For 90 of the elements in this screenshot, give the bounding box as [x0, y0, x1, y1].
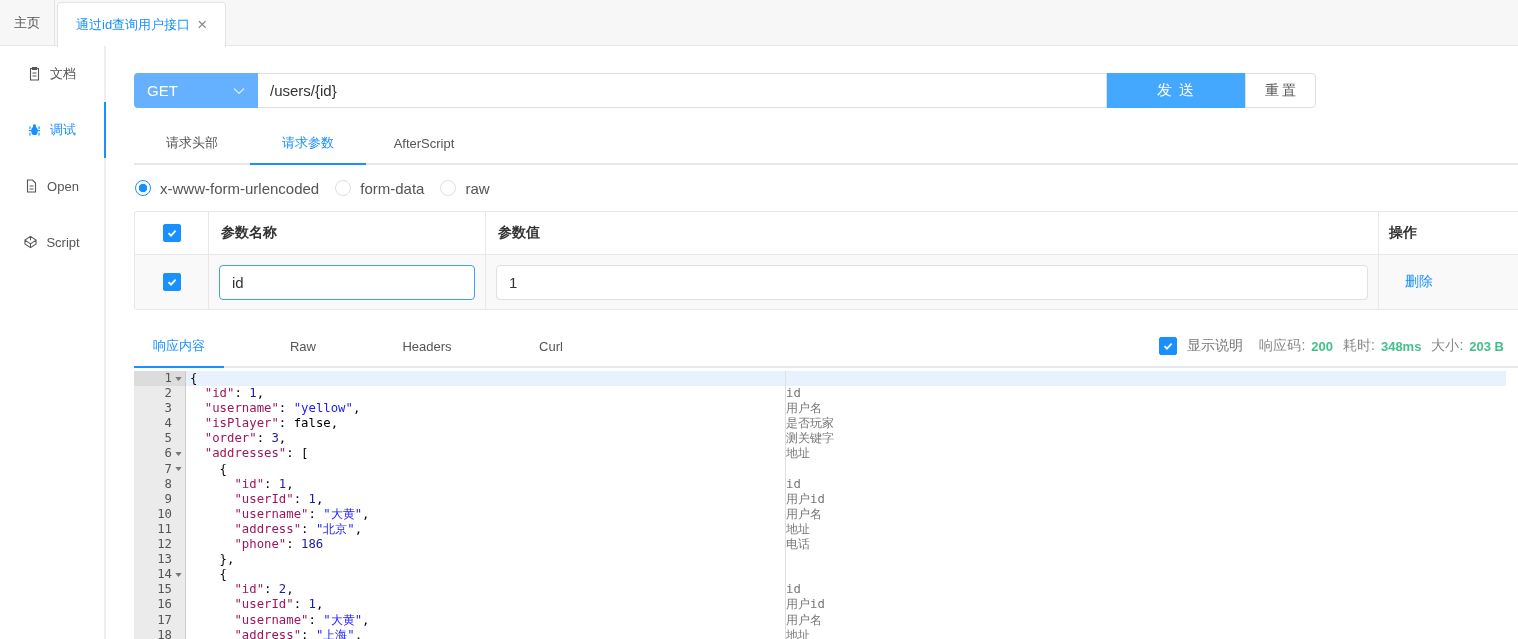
- sidebar-item[interactable]: Open: [0, 158, 106, 214]
- param-value-field[interactable]: 1: [496, 264, 1368, 300]
- param-name-field[interactable]: id: [219, 264, 475, 300]
- caret-icon: [233, 86, 245, 95]
- line-number: 13: [157, 552, 172, 568]
- field-note: 测关键字: [786, 431, 834, 446]
- line-number: 12: [157, 537, 172, 553]
- line-number: 1: [164, 371, 172, 387]
- page-tab[interactable]: 主页: [0, 0, 55, 46]
- sidebar-item[interactable]: Script: [0, 214, 106, 270]
- radio-label[interactable]: form-data: [360, 179, 425, 197]
- field-note: 电话: [786, 537, 810, 552]
- field-note: 用户id: [786, 597, 825, 612]
- code-line: "username": "大黄",: [233, 612, 371, 628]
- code-line: {: [218, 461, 229, 477]
- code-line: {: [189, 371, 199, 387]
- line-number: 3: [164, 401, 172, 417]
- reset-button[interactable]: 重 置: [1245, 73, 1316, 108]
- field-note: id: [786, 386, 801, 401]
- line-number: 7: [164, 461, 172, 477]
- response-tab[interactable]: Raw: [258, 326, 348, 368]
- field-note: 用户名: [786, 506, 822, 521]
- fold-icon[interactable]: [175, 467, 182, 472]
- code-line: "username": "yellow",: [203, 401, 362, 417]
- response-tab[interactable]: Headers: [382, 326, 472, 368]
- code-line: "address": "北京",: [233, 521, 364, 538]
- column-header: 参数名称: [209, 212, 486, 254]
- code-line: "order": 3,: [203, 431, 288, 447]
- field-note: 用户名: [786, 401, 822, 416]
- field-note: 地址: [786, 446, 810, 461]
- request-tab[interactable]: 请求头部: [134, 123, 250, 165]
- fold-icon[interactable]: [175, 452, 182, 456]
- line-number: 18: [157, 627, 172, 639]
- checkbox[interactable]: [1159, 337, 1178, 355]
- code-line: "id": 1,: [233, 476, 295, 492]
- checkbox[interactable]: [162, 224, 181, 242]
- radio-button[interactable]: [135, 180, 151, 196]
- field-note: 用户id: [786, 491, 825, 506]
- code-line: "phone": 186: [233, 537, 325, 553]
- line-number: 17: [157, 612, 172, 628]
- bug-icon: [28, 123, 41, 137]
- line-number: 2: [164, 386, 172, 402]
- code-line: "addresses": [: [203, 446, 310, 462]
- clipboard-icon: [28, 67, 41, 81]
- field-note: 用户名: [786, 612, 822, 627]
- checkbox-label[interactable]: 显示说明: [1187, 337, 1244, 355]
- column-header: 操作: [1388, 223, 1418, 242]
- line-number: 9: [164, 491, 172, 507]
- checkbox[interactable]: [162, 273, 181, 291]
- code-line: },: [218, 552, 236, 568]
- page-tab[interactable]: 通过id查询用户接口 ×: [57, 2, 227, 47]
- field-note: 地址: [786, 627, 810, 639]
- line-number: 10: [157, 506, 172, 522]
- close-icon[interactable]: ×: [197, 15, 208, 35]
- field-note: id: [786, 582, 801, 597]
- radio-label[interactable]: raw: [465, 179, 490, 197]
- stat-label: 响应码:: [1259, 337, 1306, 355]
- column-header: 参数值: [486, 212, 1379, 254]
- stat-value: 203 B: [1469, 338, 1504, 354]
- code-line: "userId": 1,: [233, 597, 325, 613]
- request-tab[interactable]: AfterScript: [366, 123, 482, 165]
- sidebar-item[interactable]: 文档: [0, 46, 106, 102]
- line-number: 6: [164, 446, 172, 462]
- response-tab[interactable]: Curl: [506, 326, 596, 368]
- field-note: 是否玩家: [786, 416, 834, 431]
- code-line: {: [218, 567, 229, 583]
- fold-icon[interactable]: [175, 376, 182, 381]
- code-line: "isPlayer": false,: [203, 416, 340, 432]
- stat-value: 348ms: [1380, 338, 1422, 354]
- line-number: 16: [157, 597, 172, 613]
- fold-icon[interactable]: [175, 572, 182, 577]
- line-number: 15: [157, 582, 172, 598]
- line-number: 4: [164, 416, 172, 432]
- line-number: 8: [164, 476, 172, 492]
- code-line: "userId": 1,: [233, 491, 325, 507]
- code-line: "username": "大黄",: [233, 506, 371, 522]
- radio-label[interactable]: x-www-form-urlencoded: [160, 179, 320, 197]
- code-line: "id": 2,: [233, 582, 295, 598]
- stat-label: 大小:: [1431, 337, 1464, 355]
- stat-label: 耗时:: [1343, 337, 1375, 355]
- stat-value: 200: [1311, 338, 1334, 354]
- line-number: 14: [157, 567, 172, 583]
- line-number: 5: [164, 431, 172, 447]
- cube-icon: [24, 235, 38, 249]
- code-line: "id": 1,: [203, 386, 266, 402]
- url-field[interactable]: /users/{id}: [258, 73, 1107, 108]
- line-number: 11: [157, 521, 172, 538]
- field-note: 地址: [786, 521, 810, 536]
- file-icon: [25, 179, 39, 193]
- field-note: id: [786, 476, 801, 491]
